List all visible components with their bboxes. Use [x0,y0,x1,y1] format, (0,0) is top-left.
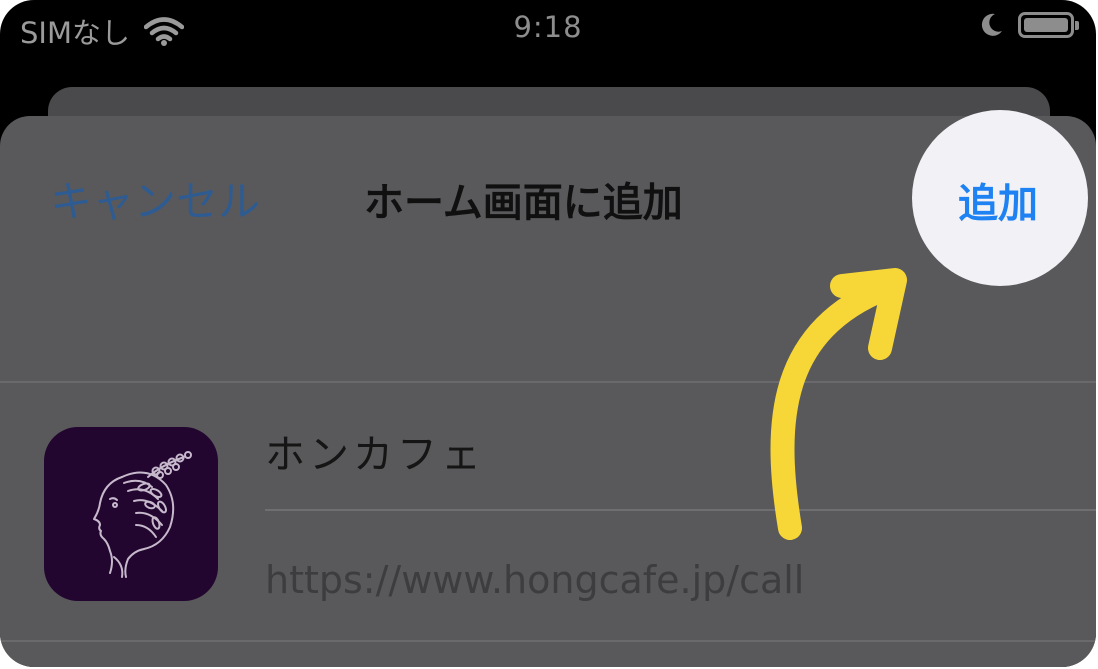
bookmark-name-field[interactable]: ホンカフェ [265,422,485,480]
add-to-home-sheet: キャンセル ホーム画面に追加 追加 ホンカフェ https://www.hong… [0,110,1096,667]
battery-fill [1024,18,1068,32]
add-button[interactable]: 追加 [958,171,1038,229]
bookmark-url: https://www.hongcafe.jp/call [265,558,805,602]
divider [265,509,1096,511]
app-icon-woman-with-wreath [93,451,192,578]
status-bar: SIMなし 9:18 [0,0,1096,62]
divider [0,640,1096,642]
moon-icon [981,13,1002,36]
phone-screen: SIMなし 9:18 キャンセル ホーム画面に追加 追加 ホンカフェ https… [0,0,1096,667]
battery-cap [1075,21,1079,30]
cancel-button[interactable]: キャンセル [50,168,260,229]
status-icons [978,12,1079,38]
clock: 9:18 [513,10,583,44]
divider [0,381,1096,383]
app-icon [44,427,218,601]
sheet-nav-bar: キャンセル ホーム画面に追加 追加 [0,110,1096,286]
sheet-title: ホーム画面に追加 [364,180,683,226]
battery-icon [1018,12,1079,38]
